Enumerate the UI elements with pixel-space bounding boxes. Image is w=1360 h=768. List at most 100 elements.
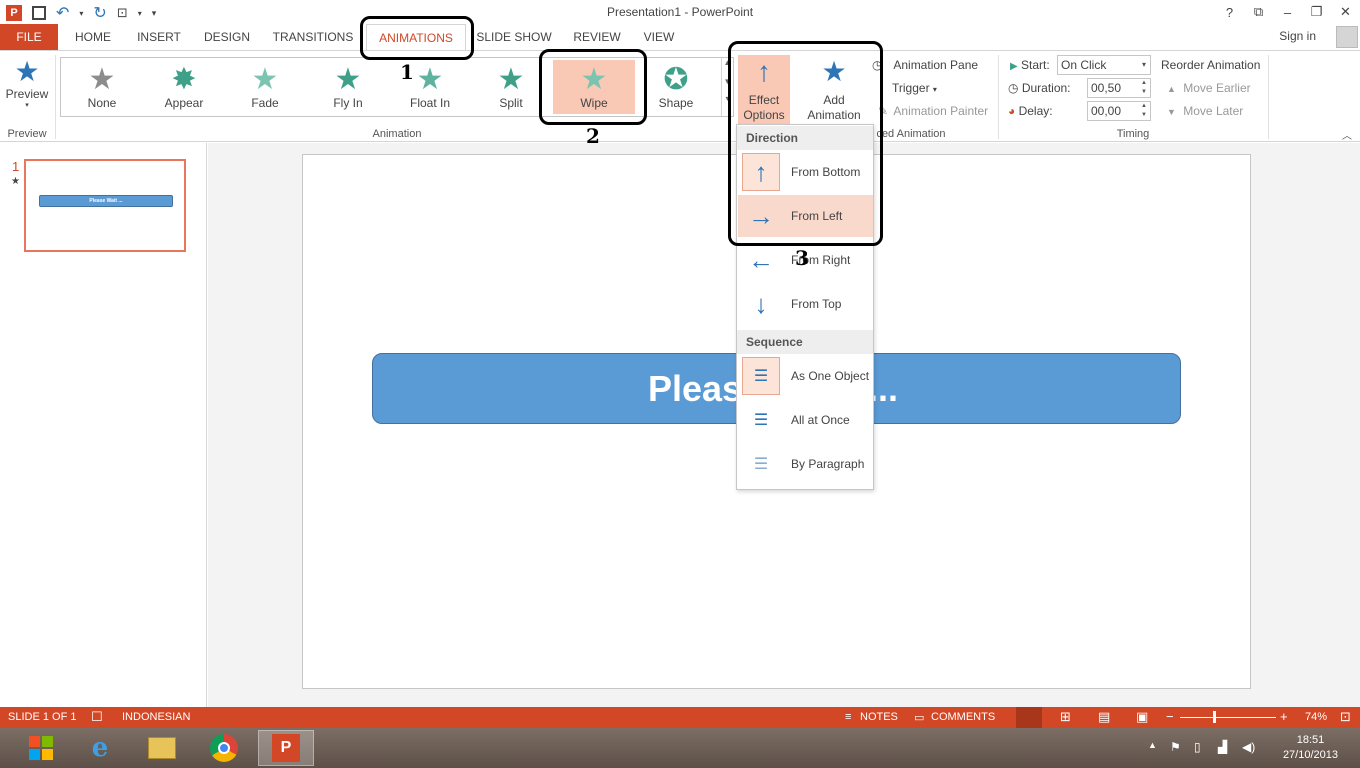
spell-check-icon[interactable]: ☐ — [91, 709, 103, 725]
tab-slide-show[interactable]: SLIDE SHOW — [474, 24, 554, 50]
delay-value: 00,00 — [1091, 104, 1122, 118]
trigger-button[interactable]: Trigger ▾ — [892, 81, 937, 95]
comments-icon[interactable]: ▭ — [914, 711, 924, 724]
slide-thumbnail[interactable]: Please Wait ... — [24, 159, 186, 252]
menu-item-label: By Paragraph — [791, 457, 865, 471]
comments-button[interactable]: COMMENTS — [931, 711, 995, 723]
list-icon: ☰ — [753, 412, 769, 429]
group-label-preview: Preview — [7, 128, 47, 140]
preview-button[interactable]: ★ Preview ▾ — [4, 56, 50, 110]
gallery-item-split[interactable]: ★ Split — [475, 60, 547, 114]
start-button[interactable] — [14, 730, 68, 766]
maximize-button[interactable]: ❐ — [1302, 0, 1331, 24]
delay-input[interactable]: 00,00 ▲ ▼ — [1087, 101, 1151, 121]
chevron-down-icon: ▾ — [932, 85, 937, 94]
chevron-down-icon: ▾ — [25, 102, 29, 109]
sequence-header: Sequence — [737, 330, 873, 354]
spinner-icon[interactable]: ▲ ▼ — [1138, 102, 1150, 120]
start-value: On Click — [1061, 58, 1107, 72]
collapse-ribbon-icon[interactable]: ︿ — [1342, 127, 1352, 142]
window-controls: ? ⧉ – ❐ ✕ — [1215, 0, 1360, 24]
notes-icon[interactable]: ≡ — [845, 711, 851, 723]
triangle-down-icon: ▼ — [1167, 107, 1176, 117]
animation-pane-button[interactable]: ◷ Animation Pane — [872, 58, 978, 72]
tab-design[interactable]: DESIGN — [198, 24, 256, 50]
star-icon: ★ — [88, 63, 116, 96]
slide-number: 1 — [12, 159, 20, 174]
zoom-out-icon[interactable]: − — [1166, 709, 1174, 724]
start-dropdown[interactable]: On Click ▾ — [1057, 55, 1151, 75]
ribbon-display-icon[interactable]: ⧉ — [1244, 0, 1273, 24]
menu-item-as-one-object[interactable]: ☰ As One Object — [738, 355, 873, 397]
group-label-timing: Timing — [1116, 128, 1150, 140]
slide-show-icon[interactable]: ▣ — [1136, 709, 1148, 725]
sign-in-link[interactable]: Sign in — [1279, 29, 1316, 43]
volume-icon[interactable]: ◀) — [1242, 740, 1255, 754]
power-icon[interactable]: ▯ — [1194, 740, 1201, 754]
show-hidden-icons[interactable]: ▲ — [1148, 740, 1157, 750]
clock-date: 27/10/2013 — [1282, 749, 1338, 761]
zoom-slider[interactable] — [1180, 717, 1276, 718]
clock-time: 18:51 — [1296, 734, 1325, 746]
gallery-item-fly-in[interactable]: ★ Fly In — [312, 60, 384, 114]
close-button[interactable]: ✕ — [1331, 0, 1360, 24]
slide-thumbnails-pane: 1 ★ Please Wait ... — [0, 143, 207, 707]
status-bar: SLIDE 1 OF 1 ☐ INDONESIAN ≡ NOTES ▭ COMM… — [0, 707, 1360, 728]
internet-explorer-icon[interactable]: e — [72, 730, 128, 766]
clock-icon: ◷ — [1008, 81, 1019, 95]
menu-item-by-paragraph[interactable]: ☰ By Paragraph — [738, 443, 873, 485]
move-earlier-button[interactable]: ▲ Move Earlier — [1167, 81, 1251, 95]
menu-item-all-at-once[interactable]: ☰ All at Once — [738, 399, 873, 441]
tab-transitions[interactable]: TRANSITIONS — [268, 24, 358, 50]
avatar[interactable] — [1336, 26, 1358, 48]
ribbon-tabs: FILE HOME INSERT DESIGN TRANSITIONS ANIM… — [0, 24, 1360, 50]
gallery-item-label: Split — [499, 96, 523, 110]
gallery-item-none[interactable]: ★ None — [66, 60, 138, 114]
language-indicator[interactable]: INDONESIAN — [122, 711, 190, 723]
fit-to-window-icon[interactable]: ⊡ — [1340, 709, 1351, 725]
animation-star-icon: ★ — [11, 176, 20, 187]
gallery-item-label: Appear — [164, 96, 204, 110]
delay-label-text: Delay: — [1018, 104, 1053, 118]
list-icon: ☰ — [753, 456, 769, 473]
tab-review[interactable]: REVIEW — [570, 24, 624, 50]
chrome-icon[interactable] — [196, 730, 252, 766]
help-icon[interactable]: ? — [1215, 0, 1244, 24]
reading-view-icon[interactable]: ▤ — [1098, 709, 1110, 725]
slide-sorter-icon[interactable]: ⊞ — [1060, 709, 1071, 725]
trigger-label: Trigger — [892, 81, 930, 95]
menu-item-from-top[interactable]: ↓ From Top — [738, 283, 873, 325]
notes-button[interactable]: NOTES — [860, 711, 898, 723]
gallery-item-label: None — [87, 96, 117, 110]
normal-view-button[interactable] — [1016, 707, 1042, 728]
annotation-number-2: 2 — [586, 124, 600, 148]
zoom-in-icon[interactable]: + — [1280, 709, 1288, 724]
move-later-button[interactable]: ▼ Move Later — [1167, 104, 1243, 118]
network-icon[interactable]: ▟ — [1218, 740, 1227, 754]
zoom-level[interactable]: 74% — [1305, 711, 1327, 723]
spinner-icon[interactable]: ▲ ▼ — [1138, 79, 1150, 97]
gallery-item-label: Fly In — [333, 96, 363, 110]
tab-file[interactable]: FILE — [0, 24, 58, 50]
gallery-item-fade[interactable]: ★ Fade — [229, 60, 301, 114]
list-icon: ☰ — [742, 357, 780, 395]
system-clock[interactable]: 18:51 27/10/2013 — [1283, 733, 1338, 763]
annotation-box-1 — [360, 16, 474, 60]
flag-icon[interactable]: ⚑ — [1170, 740, 1181, 754]
zoom-slider-thumb[interactable] — [1213, 711, 1216, 723]
windows-logo-icon — [29, 736, 53, 760]
powerpoint-taskbar-icon[interactable]: P — [258, 730, 314, 766]
menu-item-label: As One Object — [791, 369, 870, 383]
ribbon: ★ Preview ▾ Preview ★ None ✸ Appear ★ Fa… — [0, 50, 1360, 142]
tab-home[interactable]: HOME — [64, 24, 122, 50]
tab-view[interactable]: VIEW — [638, 24, 680, 50]
animation-painter-button[interactable]: ✎ Animation Painter — [878, 104, 988, 118]
duration-label-text: Duration: — [1021, 81, 1071, 95]
gallery-item-appear[interactable]: ✸ Appear — [148, 60, 220, 114]
file-explorer-icon[interactable] — [134, 730, 190, 766]
tab-insert[interactable]: INSERT — [130, 24, 188, 50]
star-icon: ★ — [14, 56, 40, 87]
gallery-item-shape[interactable]: ✪ Shape — [640, 60, 712, 114]
minimize-button[interactable]: – — [1273, 0, 1302, 24]
duration-input[interactable]: 00,50 ▲ ▼ — [1087, 78, 1151, 98]
